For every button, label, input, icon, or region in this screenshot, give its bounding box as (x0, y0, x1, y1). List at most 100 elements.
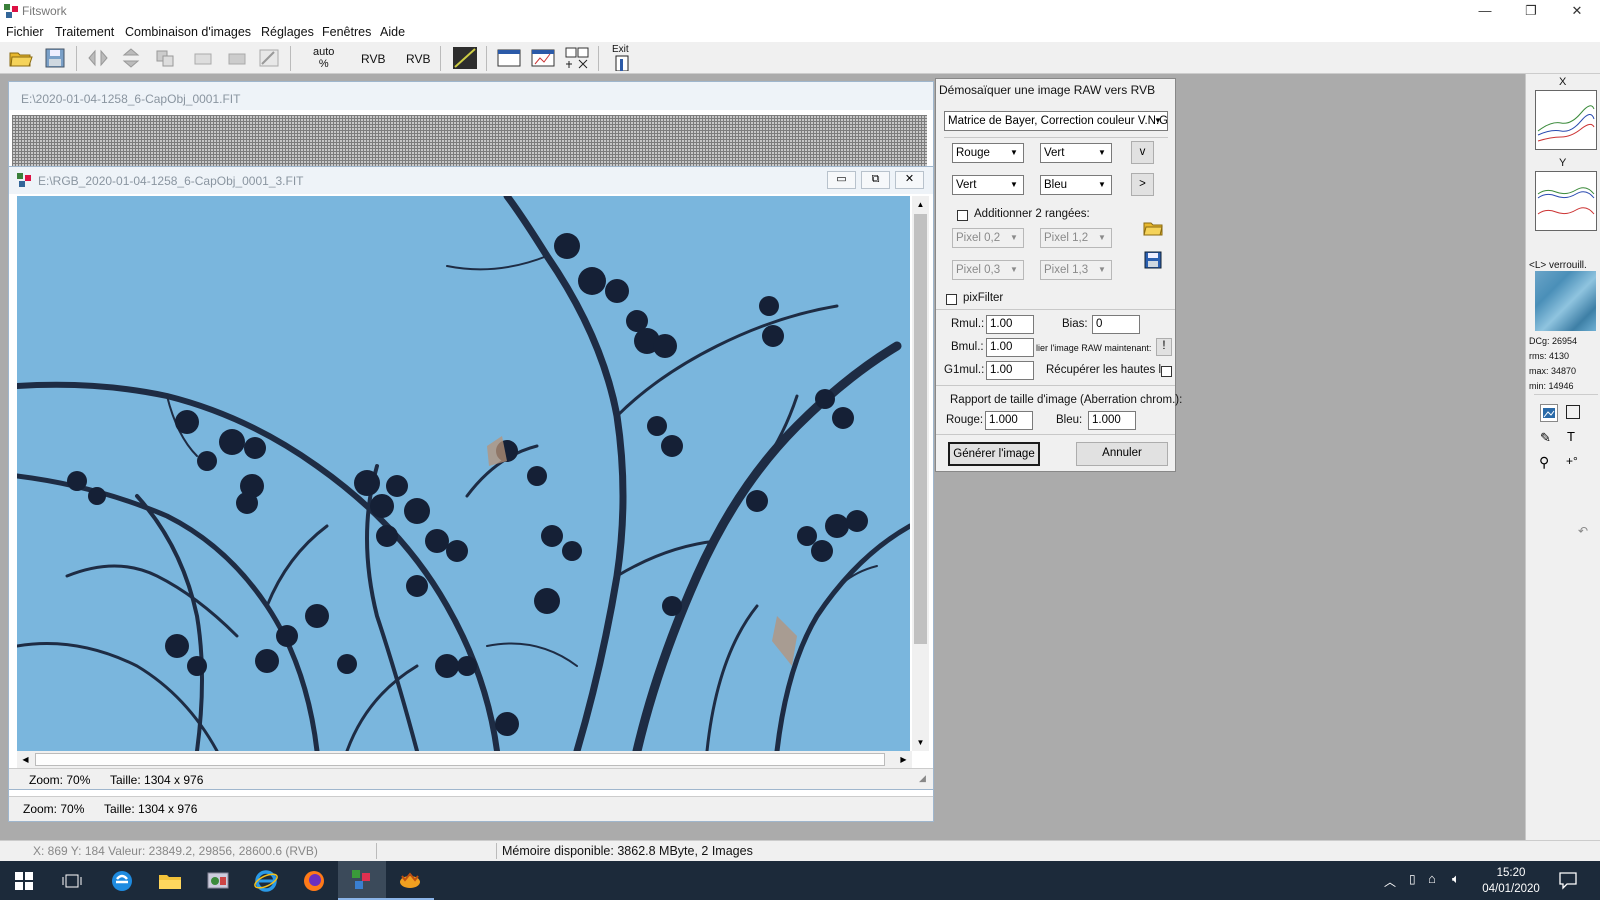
windows-start-icon[interactable] (0, 861, 48, 900)
child-window-rgb[interactable]: E:\RGB_2020-01-04-1258_6-CapObj_0001_3.F… (8, 166, 934, 790)
horizontal-scrollbar[interactable]: ◀ ▶ (17, 751, 912, 768)
tools-icon[interactable] (256, 46, 282, 70)
pixel-select-1-2[interactable]: Pixel 1,2 ▼ (1040, 228, 1112, 248)
task-view-icon[interactable] (48, 861, 96, 900)
chevron-down-icon: ▼ (1098, 180, 1106, 189)
save-icon[interactable] (42, 46, 68, 70)
resize-icon[interactable] (224, 46, 250, 70)
horizontal-scroll-thumb[interactable] (35, 753, 885, 766)
close-button[interactable]: ✕ (1554, 0, 1600, 23)
image-window-icon[interactable] (496, 46, 522, 70)
internet-explorer-icon[interactable] (242, 861, 290, 900)
rotate-icon[interactable] (152, 46, 178, 70)
vertical-scrollbar[interactable]: ▲ ▼ (912, 196, 929, 751)
matrix-select-bottom-left[interactable]: Vert ▼ (952, 175, 1024, 195)
chevron-down-icon: ▼ (1010, 265, 1018, 274)
child-minimize-button[interactable]: ▭ (827, 171, 856, 189)
clock-time: 15:20 (1496, 867, 1526, 879)
menu-traitement[interactable]: Traitement (55, 25, 114, 39)
menu-reglages[interactable]: Réglages (261, 25, 314, 39)
menu-fichier[interactable]: Fichier (6, 25, 44, 39)
histogram-icon[interactable] (452, 46, 478, 70)
scroll-left-arrow-icon[interactable]: ◀ (17, 751, 34, 768)
menu-combinaison[interactable]: Combinaison d'images (125, 25, 251, 39)
stat-min: min: 14946 (1529, 381, 1574, 391)
child-maximize-button[interactable]: ⧉ (861, 171, 890, 189)
rmul-input[interactable]: 1.00 (986, 315, 1034, 334)
rgb-image-canvas[interactable] (17, 196, 910, 751)
bmul-input[interactable]: 1.00 (986, 338, 1034, 357)
usb-device-icon[interactable]: ▯ (1409, 872, 1416, 886)
add-rows-checkbox[interactable] (957, 210, 968, 221)
scroll-up-arrow-icon[interactable]: ▲ (912, 196, 929, 213)
save-icon[interactable] (1141, 251, 1165, 275)
fitswork-taskbar-icon[interactable] (338, 861, 386, 900)
vertical-scroll-thumb[interactable] (914, 214, 927, 644)
link-raw-button[interactable]: ! (1156, 338, 1172, 356)
bias-input[interactable]: 0 (1092, 315, 1140, 334)
flip-horizontal-icon[interactable] (85, 46, 111, 70)
bleu-label: Bleu: (1056, 414, 1083, 426)
demosaic-dialog: Démosaïquer une image RAW vers RVB Matri… (935, 78, 1182, 472)
point-tool-icon[interactable]: +° (1566, 454, 1578, 468)
g1mul-input[interactable]: 1.00 (986, 361, 1034, 380)
recover-highlights-checkbox[interactable] (1161, 366, 1172, 377)
pixel-select-0-2[interactable]: Pixel 0,2 ▼ (952, 228, 1024, 248)
scroll-right-arrow-icon[interactable]: ▶ (895, 751, 912, 768)
g1mul-label: G1mul.: (944, 364, 985, 376)
control-panel-icon[interactable] (194, 861, 242, 900)
crop-icon[interactable] (190, 46, 216, 70)
image-select-tool-icon[interactable] (1540, 404, 1558, 422)
pixfilter-checkbox[interactable] (946, 294, 957, 305)
rectangle-tool-icon[interactable] (1566, 405, 1580, 419)
shift-right-button[interactable]: > (1131, 173, 1154, 196)
rouge-ratio-input[interactable]: 1.000 (985, 411, 1033, 430)
pixel-select-1-3[interactable]: Pixel 1,3 ▼ (1040, 260, 1112, 280)
pin-tool-icon[interactable]: ✎ (1540, 430, 1551, 446)
cancel-button[interactable]: Annuler (1076, 442, 1168, 466)
open-folder-icon[interactable] (8, 46, 34, 70)
chevron-down-icon: ▼ (1098, 233, 1106, 242)
undo-icon[interactable]: ↶ (1578, 524, 1588, 538)
matrix-select-top-left[interactable]: Rouge ▼ (952, 143, 1024, 163)
child-close-button[interactable]: ✕ (895, 171, 924, 189)
tile-windows-icon[interactable] (564, 46, 590, 70)
stat-dcg: DCg: 26954 (1529, 336, 1578, 346)
minimize-button[interactable]: — (1462, 0, 1508, 23)
clock[interactable]: 15:20 04/01/2020 (1480, 865, 1542, 897)
firefox-icon[interactable] (290, 861, 338, 900)
bmul-label: Bmul.: (951, 341, 984, 353)
edge-browser-icon[interactable] (98, 861, 146, 900)
network-icon[interactable]: ⌂ (1428, 871, 1436, 886)
bleu-ratio-input[interactable]: 1.000 (1088, 411, 1136, 430)
compare-window-icon[interactable] (530, 46, 556, 70)
flip-vertical-button[interactable]: v (1131, 141, 1154, 164)
menu-aide[interactable]: Aide (380, 25, 405, 39)
text-tool-icon[interactable]: T (1567, 429, 1575, 444)
rvb-button-1[interactable]: RVB (361, 52, 385, 66)
resize-grip-icon[interactable]: ◢ (919, 773, 926, 784)
generate-image-button[interactable]: Générer l'image (948, 442, 1040, 466)
chevron-down-icon: ▼ (1154, 116, 1162, 125)
clock-date: 04/01/2020 (1482, 883, 1540, 895)
rvb-button-2[interactable]: RVB (406, 52, 430, 66)
show-hidden-icons-icon[interactable]: ︿ (1384, 873, 1396, 890)
scroll-down-arrow-icon[interactable]: ▼ (912, 734, 929, 751)
file-explorer-icon[interactable] (146, 861, 194, 900)
maximize-button[interactable]: ❐ (1508, 0, 1554, 23)
exit-button[interactable]: Exit (612, 44, 634, 74)
menu-fenetres[interactable]: Fenêtres (322, 25, 371, 39)
pixel-select-0-3[interactable]: Pixel 0,3 ▼ (952, 260, 1024, 280)
volume-icon[interactable]: 🔈︎ (1452, 871, 1460, 887)
flip-vertical-icon[interactable] (118, 46, 144, 70)
stamp-tool-icon[interactable]: ⚲ (1539, 454, 1549, 471)
open-folder-icon[interactable] (1141, 219, 1165, 243)
demosaic-mode-select[interactable]: Matrice de Bayer, Correction couleur V.N… (944, 111, 1168, 131)
sharpcap-icon[interactable] (386, 861, 434, 900)
auto-percent-button[interactable]: auto % (313, 46, 334, 70)
chevron-down-icon: ▼ (1098, 265, 1106, 274)
status-coordinates: X: 869 Y: 184 Valeur: 23849.2, 29856, 28… (33, 844, 318, 858)
matrix-select-top-right[interactable]: Vert ▼ (1040, 143, 1112, 163)
matrix-select-bottom-right[interactable]: Bleu ▼ (1040, 175, 1112, 195)
notifications-icon[interactable] (1558, 870, 1578, 893)
